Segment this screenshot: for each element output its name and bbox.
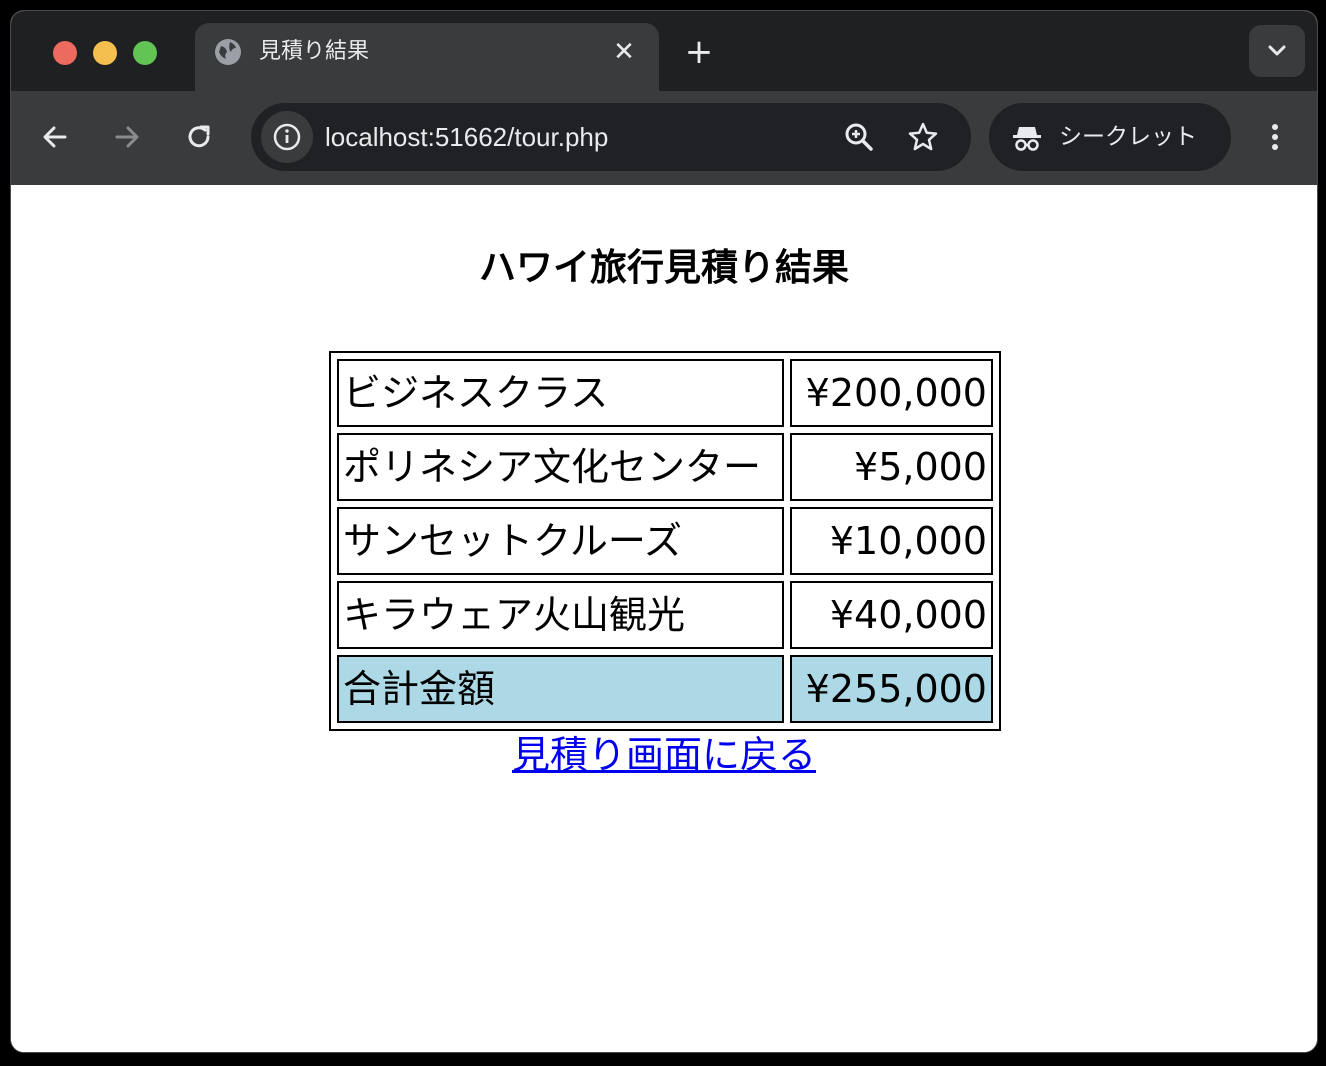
item-cell: キラウェア火山観光 xyxy=(337,581,784,649)
incognito-indicator[interactable]: シークレット xyxy=(989,103,1231,171)
url-text[interactable]: localhost:51662/tour.php xyxy=(325,121,608,153)
page-title: ハワイ旅行見積り結果 xyxy=(479,246,849,289)
tab-strip: 見積り結果 ✕ + xyxy=(11,11,1317,91)
bookmark-star-icon[interactable] xyxy=(907,121,939,153)
zoom-icon[interactable] xyxy=(843,121,875,153)
back-arrow-icon[interactable] xyxy=(37,119,73,155)
item-cell: ビジネスクラス xyxy=(337,359,784,427)
zoom-window-button[interactable] xyxy=(133,41,157,65)
table-row: キラウェア火山観光 ¥40,000 xyxy=(337,581,993,649)
incognito-icon xyxy=(1013,127,1041,151)
estimate-table: ビジネスクラス ¥200,000 ポリネシア文化センター ¥5,000 サンセッ… xyxy=(329,351,1001,731)
tab-close-icon[interactable]: ✕ xyxy=(609,37,639,67)
tab-search-button[interactable] xyxy=(1249,25,1305,77)
total-label-cell: 合計金額 xyxy=(337,655,784,723)
more-options-icon[interactable] xyxy=(1257,119,1293,155)
table-row: サンセットクルーズ ¥10,000 xyxy=(337,507,993,575)
site-info-button[interactable] xyxy=(261,111,313,163)
tab-title: 見積り結果 xyxy=(259,39,370,64)
item-cell: ポリネシア文化センター xyxy=(337,433,784,501)
new-tab-icon[interactable]: + xyxy=(681,35,717,71)
price-cell: ¥5,000 xyxy=(789,433,993,501)
forward-arrow-icon[interactable] xyxy=(109,119,145,155)
page-content: ハワイ旅行見積り結果 ビジネスクラス ¥200,000 ポリネシア文化センター … xyxy=(11,185,1317,1052)
close-window-button[interactable] xyxy=(53,41,77,65)
globe-icon xyxy=(215,39,241,65)
item-cell: サンセットクルーズ xyxy=(337,507,784,575)
table-row: ポリネシア文化センター ¥5,000 xyxy=(337,433,993,501)
tab-active[interactable]: 見積り結果 ✕ xyxy=(195,23,659,91)
back-link-container: 見積り画面に戻る xyxy=(11,731,1317,779)
price-cell: ¥40,000 xyxy=(789,581,993,649)
browser-window: 見積り結果 ✕ + localhost:51662/tour.php シークレッ… xyxy=(10,10,1318,1053)
toolbar: localhost:51662/tour.php シークレット xyxy=(11,91,1317,185)
total-price-cell: ¥255,000 xyxy=(789,655,993,723)
price-cell: ¥200,000 xyxy=(789,359,993,427)
table-row: ビジネスクラス ¥200,000 xyxy=(337,359,993,427)
minimize-window-button[interactable] xyxy=(93,41,117,65)
address-bar[interactable]: localhost:51662/tour.php xyxy=(251,103,971,171)
incognito-label: シークレット xyxy=(1059,124,1197,150)
total-row: 合計金額 ¥255,000 xyxy=(337,655,993,723)
reload-icon[interactable] xyxy=(181,119,217,155)
price-cell: ¥10,000 xyxy=(789,507,993,575)
back-to-estimate-link[interactable]: 見積り画面に戻る xyxy=(512,733,816,777)
chevron-down-icon xyxy=(1268,45,1286,56)
info-icon xyxy=(273,123,301,151)
